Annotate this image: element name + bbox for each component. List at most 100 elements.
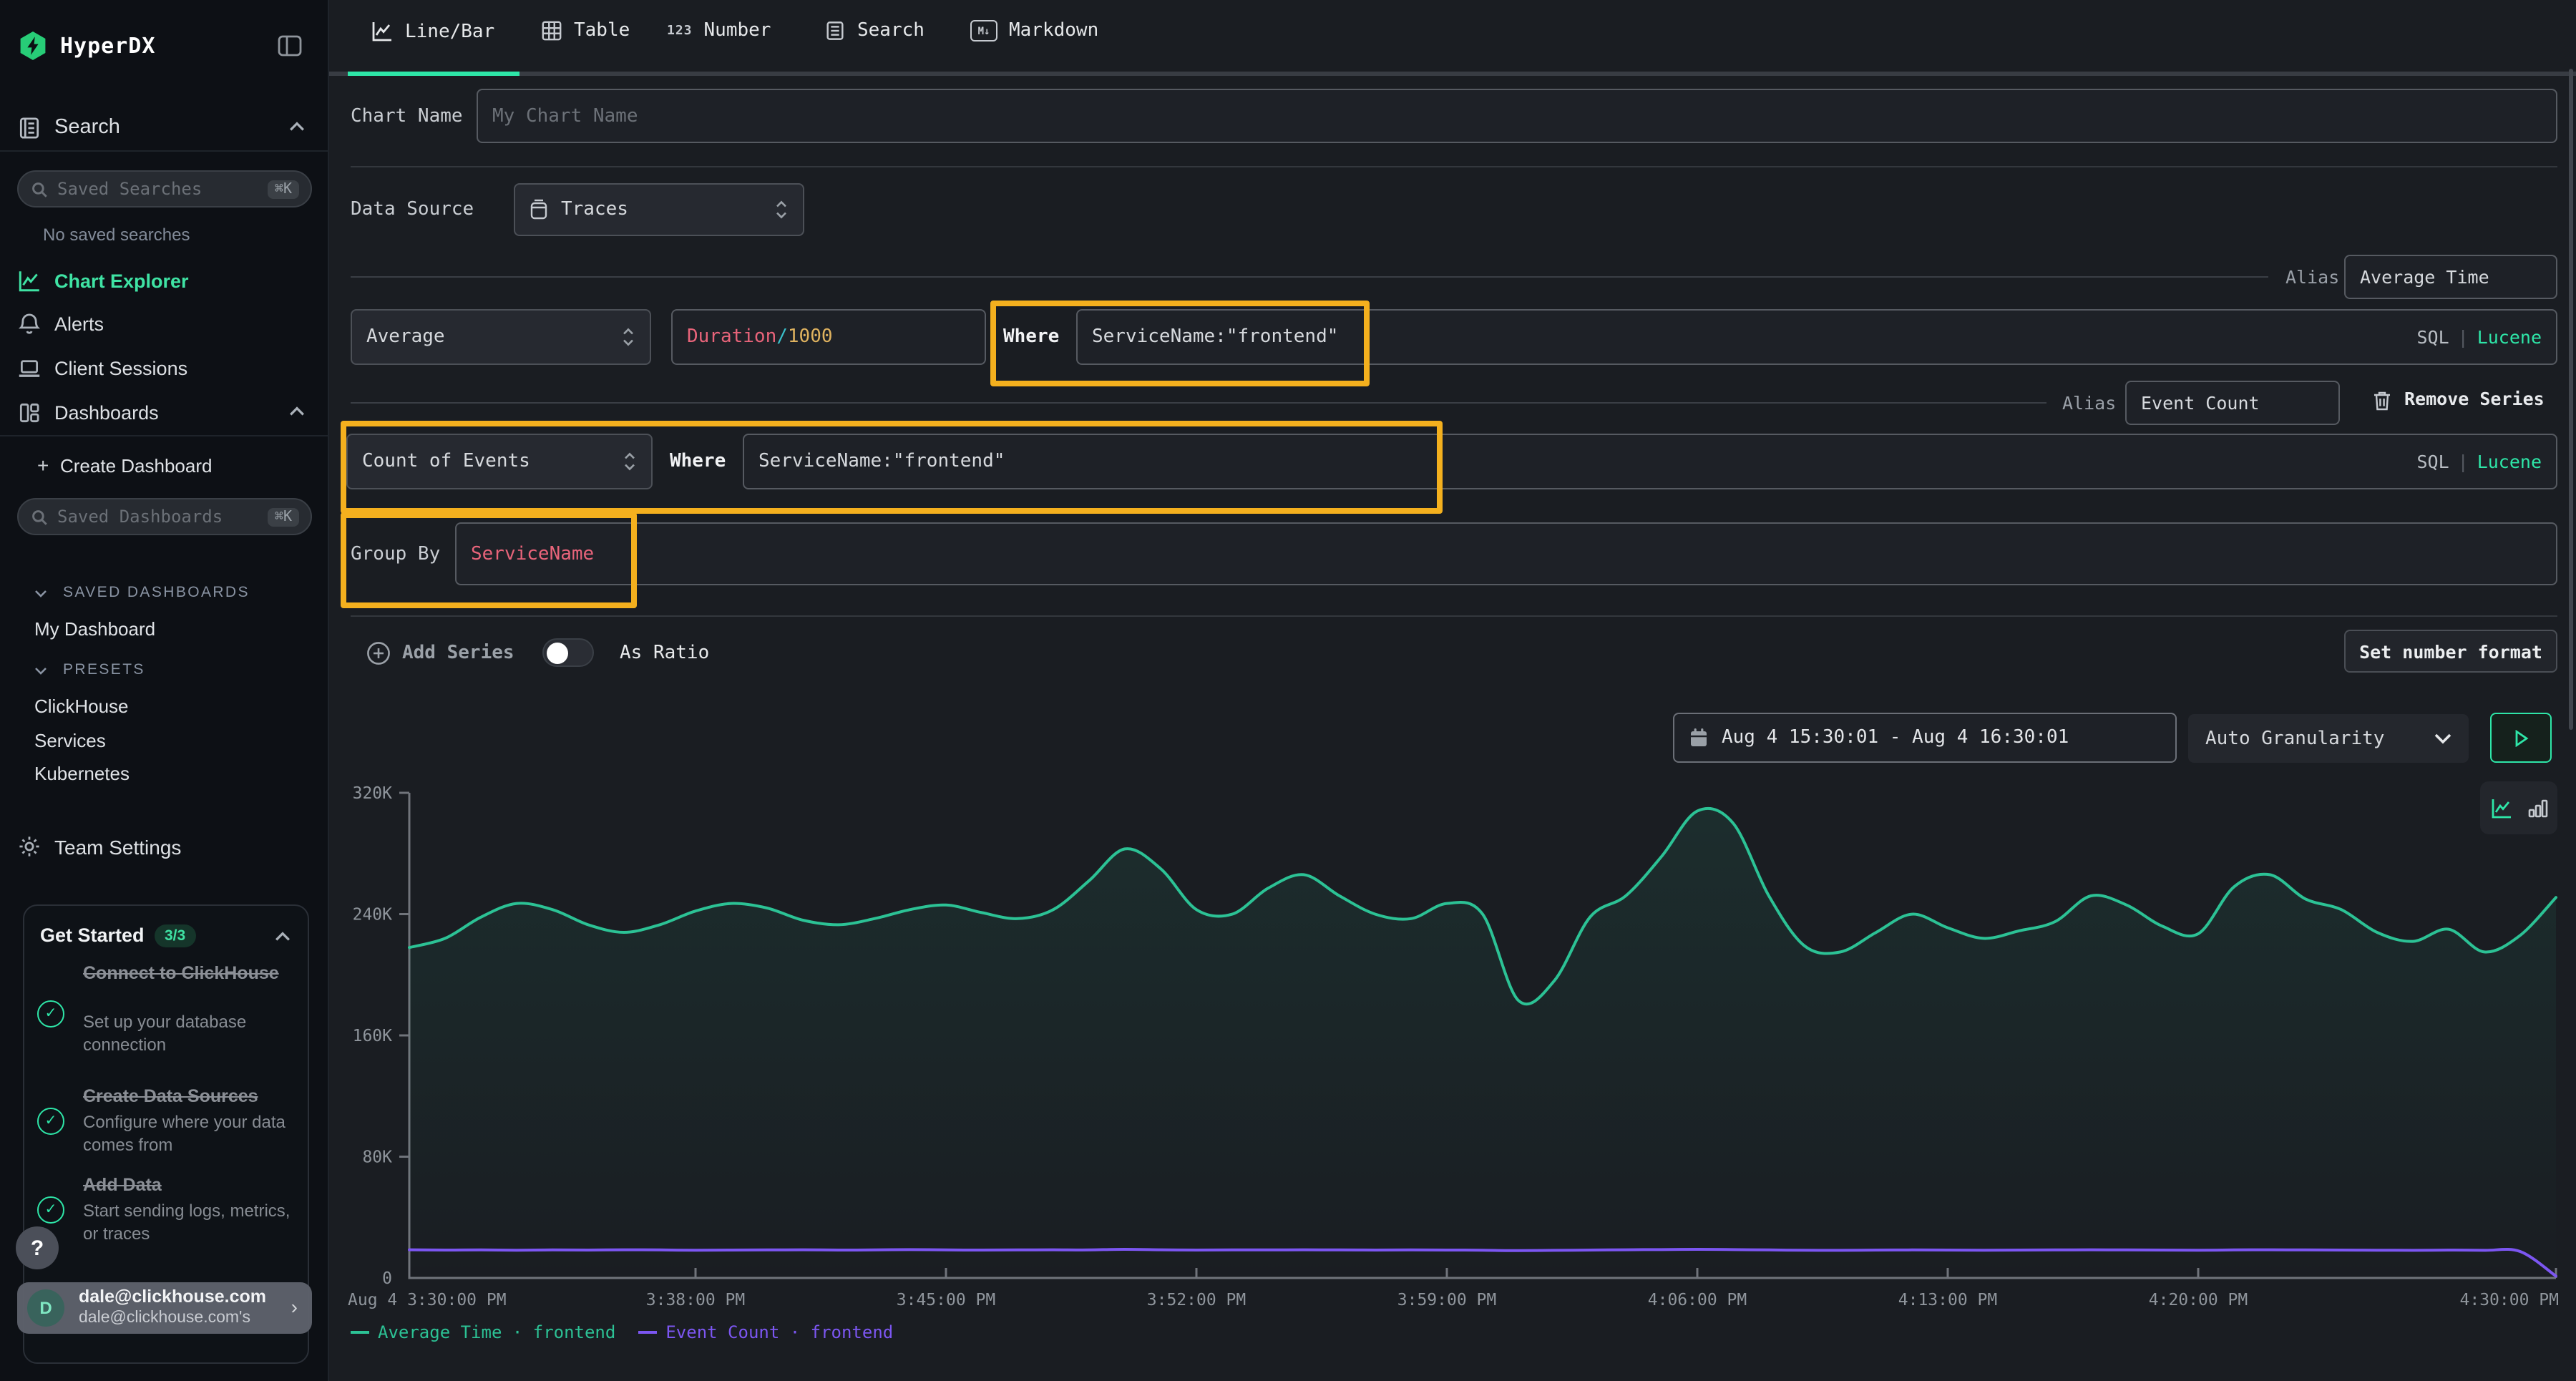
section-presets[interactable]: PRESETS (63, 661, 145, 678)
table-icon (541, 20, 562, 42)
chart-name-input[interactable] (477, 89, 2557, 143)
get-started-title: Get Started (40, 924, 145, 946)
set-number-format-button[interactable]: Set number format (2344, 630, 2557, 673)
chart-explorer-icon (17, 269, 42, 293)
remove-series-button[interactable]: Remove Series (2404, 388, 2545, 409)
granularity-select[interactable]: Auto Granularity (2188, 714, 2469, 763)
chevron-up-icon[interactable] (289, 122, 305, 132)
tab-active-indicator (348, 72, 519, 76)
date-range-input[interactable]: Aug 4 15:30:01 - Aug 4 16:30:01 (1673, 713, 2177, 763)
as-ratio-label: As Ratio (620, 643, 709, 664)
get-started-step-title[interactable]: Create Data Sources (83, 1085, 301, 1108)
search-icon (30, 507, 49, 526)
group-by-input[interactable]: ServiceName (455, 522, 2557, 585)
date-range-value: Aug 4 15:30:01 - Aug 4 16:30:01 (1722, 727, 2069, 748)
sidebar-item-my-dashboard[interactable]: My Dashboard (34, 618, 155, 640)
svg-text:3:52:00 PM: 3:52:00 PM (1147, 1291, 1246, 1309)
data-source-select[interactable]: Traces (514, 183, 804, 236)
hyperdx-logo-icon (17, 30, 49, 62)
alias-input[interactable] (2344, 255, 2557, 299)
aggregation-select[interactable]: Count of Events (346, 434, 653, 489)
where-input[interactable]: ServiceName:"frontend" SQL|Lucene (743, 434, 2557, 489)
get-started-step-title[interactable]: Connect to ClickHouse (83, 962, 295, 985)
mode-separator: | (2449, 326, 2477, 348)
chevron-up-icon[interactable] (275, 932, 291, 942)
chart-name-label: Chart Name (351, 89, 463, 143)
tab-markdown[interactable]: M↓ Markdown (970, 20, 1098, 42)
lucene-mode-button[interactable]: Lucene (2477, 326, 2542, 348)
alias-input[interactable] (2125, 381, 2340, 425)
aggregation-select[interactable]: Average (351, 309, 651, 365)
sidebar-collapse-icon[interactable] (278, 34, 302, 57)
svg-text:80K: 80K (362, 1148, 392, 1167)
as-ratio-toggle[interactable] (542, 638, 594, 667)
sql-mode-button[interactable]: SQL (2416, 451, 2449, 472)
sidebar-item-dashboards[interactable]: Dashboards (54, 402, 159, 424)
where-value: ServiceName:"frontend" (758, 451, 1005, 472)
svg-text:160K: 160K (353, 1027, 393, 1045)
sidebar-divider (0, 150, 329, 152)
run-query-button[interactable] (2490, 713, 2552, 763)
sidebar-item-team-settings[interactable]: Team Settings (54, 836, 181, 859)
check-circle-icon: ✓ (37, 1000, 64, 1028)
lucene-mode-button[interactable]: Lucene (2477, 451, 2542, 472)
tab-line-bar[interactable]: Line/Bar (371, 20, 494, 43)
divider (351, 615, 2557, 617)
sidebar-item-client-sessions[interactable]: Client Sessions (54, 358, 187, 379)
help-button[interactable]: ? (16, 1226, 59, 1269)
legend-item[interactable]: Average Time · frontend (351, 1322, 615, 1342)
get-started-step-desc: Start sending logs, metrics, or traces (83, 1199, 295, 1246)
add-series-button[interactable]: Add Series (402, 643, 514, 664)
tab-number[interactable]: 123 Number (667, 20, 771, 42)
app-title: HyperDX (60, 33, 155, 59)
where-input[interactable]: ServiceName:"frontend" SQL|Lucene (1076, 309, 2557, 365)
play-icon (2514, 729, 2528, 746)
sidebar-item-services[interactable]: Services (34, 730, 106, 751)
chevron-down-icon[interactable] (34, 667, 47, 675)
where-label: Where (1003, 309, 1059, 365)
sidebar-item-search[interactable]: Search (54, 116, 120, 139)
get-started-step-desc: Set up your database connection (83, 1010, 295, 1057)
svg-text:4:30:00 PM: 4:30:00 PM (2460, 1291, 2559, 1309)
chevron-up-icon[interactable] (289, 406, 305, 416)
saved-searches-input[interactable]: Saved Searches ⌘K (17, 170, 312, 208)
legend-item[interactable]: Event Count · frontend (638, 1322, 893, 1342)
sidebar-item-alerts[interactable]: Alerts (54, 313, 104, 335)
field-expression-input[interactable]: Duration/1000 (671, 309, 986, 365)
scrollbar-thumb[interactable] (2569, 69, 2573, 730)
saved-dashboards-placeholder: Saved Dashboards (57, 507, 259, 527)
select-chevrons-icon (621, 326, 635, 348)
tab-search[interactable]: Search (824, 20, 924, 42)
shortcut-badge: ⌘K (268, 180, 299, 198)
timeseries-chart[interactable]: 080K160K240K320KAug 4 3:30:00 PM3:38:00 … (329, 767, 2576, 1339)
user-email: dale@clickhouse.com (79, 1287, 286, 1309)
create-dashboard-button[interactable]: Create Dashboard (60, 455, 212, 477)
sidebar-item-kubernetes[interactable]: Kubernetes (34, 763, 130, 784)
shortcut-badge: ⌘K (268, 507, 299, 526)
trash-icon[interactable] (2371, 389, 2393, 412)
tab-table[interactable]: Table (541, 20, 630, 42)
sidebar-item-chart-explorer[interactable]: Chart Explorer (54, 270, 189, 292)
number-token: 1000 (788, 326, 833, 348)
bar-chart-type-icon[interactable] (2527, 797, 2548, 819)
svg-text:320K: 320K (353, 784, 393, 803)
gear-icon (17, 834, 42, 859)
section-saved-dashboards[interactable]: SAVED DASHBOARDS (63, 584, 250, 601)
chevron-right-icon: › (291, 1295, 298, 1318)
chevron-down-icon[interactable] (34, 590, 47, 598)
bell-icon (17, 312, 42, 336)
chevron-down-icon (2434, 733, 2451, 744)
data-source-label: Data Source (351, 183, 474, 236)
select-chevrons-icon (623, 451, 637, 472)
user-menu[interactable]: D dale@clickhouse.com dale@clickhouse.co… (17, 1282, 312, 1334)
line-chart-type-icon[interactable] (2489, 796, 2512, 819)
sidebar-item-clickhouse[interactable]: ClickHouse (34, 696, 129, 717)
check-circle-icon: ✓ (37, 1108, 64, 1135)
field-token: Duration (687, 326, 776, 348)
legend-dash (638, 1331, 657, 1334)
sql-mode-button[interactable]: SQL (2416, 326, 2449, 348)
plus-circle-icon (366, 641, 391, 665)
svg-text:4:20:00 PM: 4:20:00 PM (2149, 1291, 2248, 1309)
get-started-step-title[interactable]: Add Data (83, 1173, 295, 1197)
saved-dashboards-input[interactable]: Saved Dashboards ⌘K (17, 498, 312, 535)
